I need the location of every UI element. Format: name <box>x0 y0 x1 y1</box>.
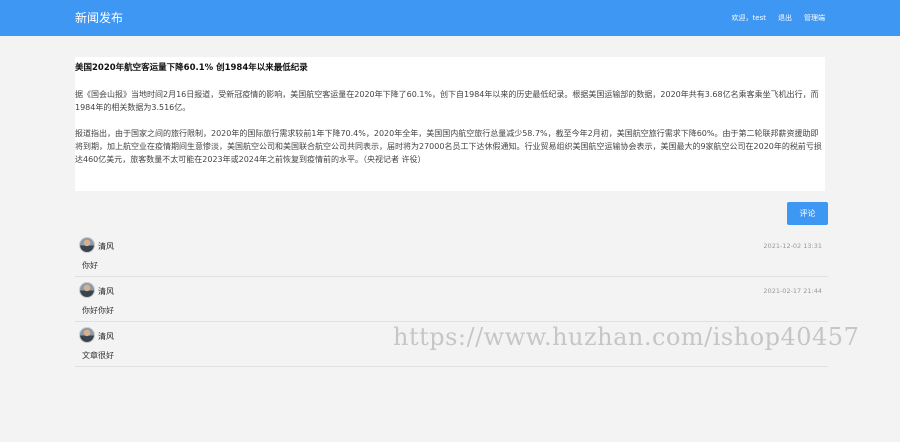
comment-content: 你好你好 <box>82 306 114 315</box>
comment-content: 文章很好 <box>82 351 114 360</box>
comment-item: 清风 2021-02-17 21:44 你好你好 <box>75 277 828 322</box>
comment-button[interactable]: 评论 <box>787 202 828 225</box>
welcome-text: 欢迎，test <box>731 14 766 22</box>
article-title: 美国2020年航空客运量下降60.1% 创1984年以来最低纪录 <box>75 63 308 73</box>
logout-link[interactable]: 退出 <box>778 12 792 24</box>
article-paragraph: 据《国会山报》当地时间2月16日报道，受新冠疫情的影响，美国航空客运量在2020… <box>75 90 819 112</box>
article-paragraph: 报道指出，由于国家之间的旅行限制，2020年的国际旅行需求较前1年下降70.4%… <box>75 129 822 164</box>
comment-item: 清风 文章很好 <box>75 322 828 367</box>
comment-time: 2021-12-02 13:31 <box>763 242 822 250</box>
top-navbar: 新闻发布 欢迎，test 退出 管理端 <box>0 0 900 36</box>
comment-username: 清风 <box>98 332 114 341</box>
user-menu: 欢迎，test 退出 管理端 <box>732 12 825 24</box>
comment-username: 清风 <box>98 287 114 296</box>
site-brand[interactable]: 新闻发布 <box>75 10 123 26</box>
comment-username: 清风 <box>98 242 114 251</box>
comment-list: 清风 2021-12-02 13:31 你好 清风 2021-02-17 21:… <box>75 232 828 367</box>
admin-link[interactable]: 管理端 <box>804 12 825 24</box>
avatar <box>79 327 95 343</box>
article-card: 美国2020年航空客运量下降60.1% 创1984年以来最低纪录 据《国会山报》… <box>75 57 825 191</box>
comment-time: 2021-02-17 21:44 <box>763 287 822 295</box>
avatar <box>79 282 95 298</box>
avatar <box>79 237 95 253</box>
comment-item: 清风 2021-12-02 13:31 你好 <box>75 232 828 277</box>
comment-content: 你好 <box>82 261 98 270</box>
